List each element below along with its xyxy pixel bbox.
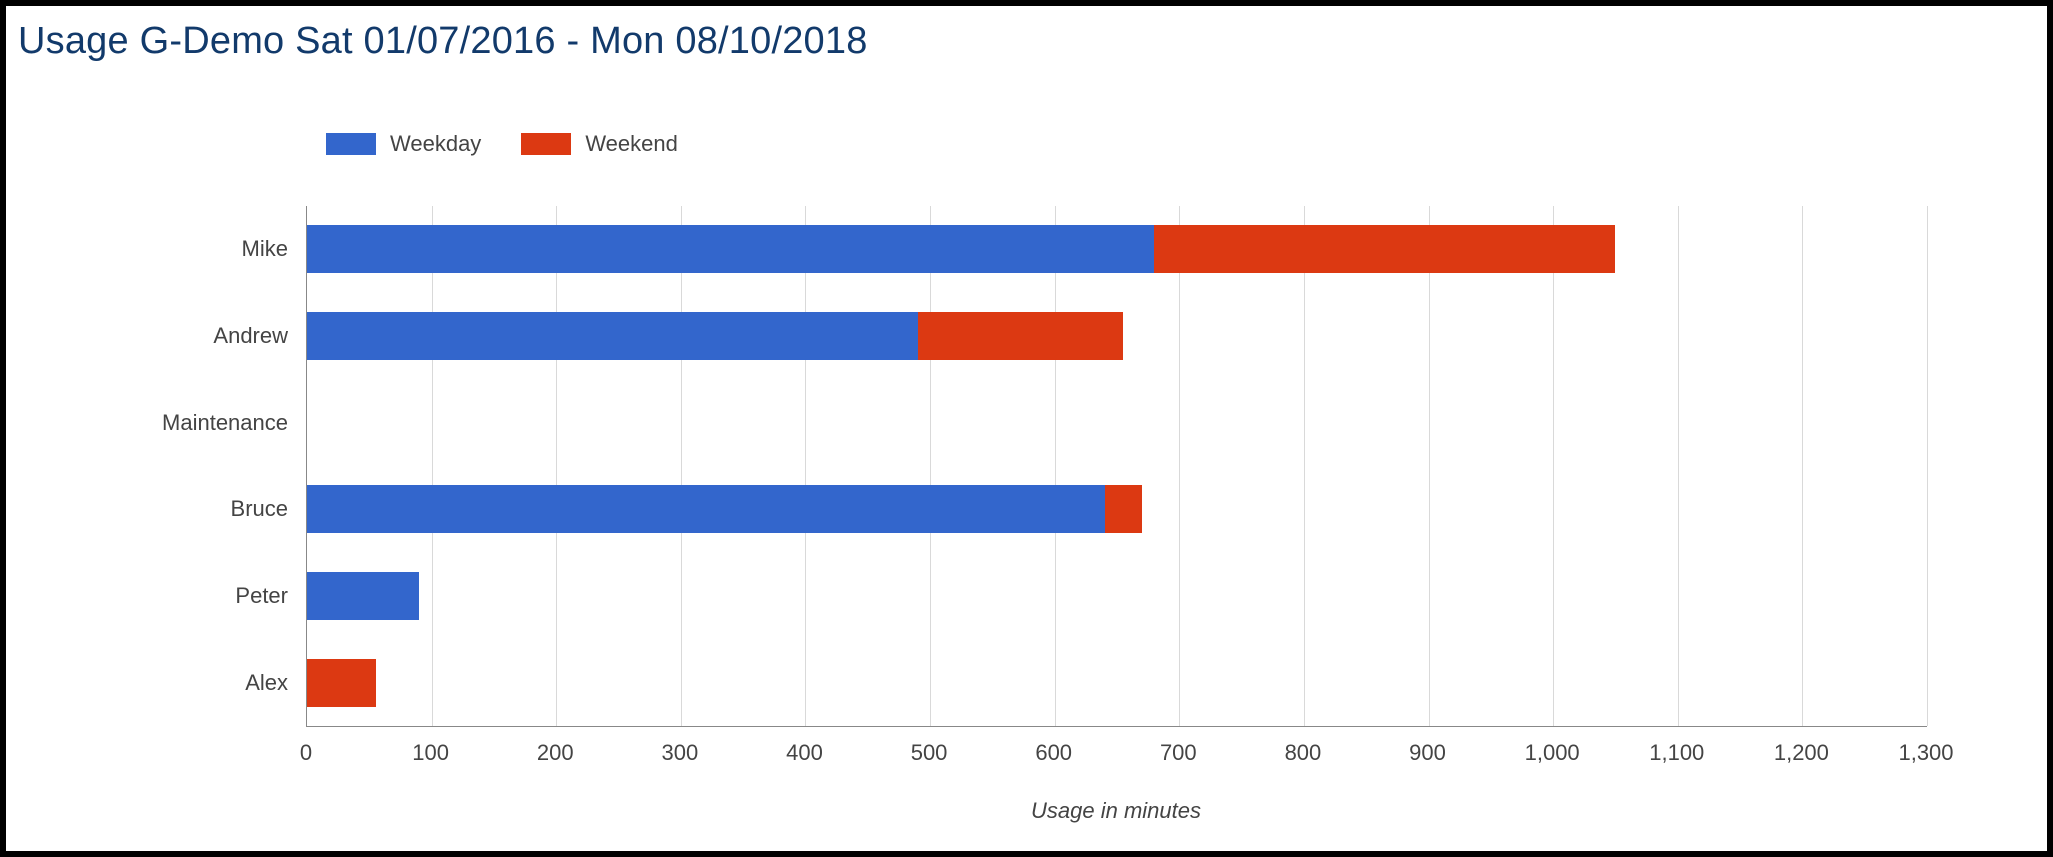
bar-segment — [307, 572, 419, 620]
y-tick-label: Mike — [118, 236, 288, 262]
grid-line — [1055, 206, 1056, 726]
x-tick-label: 1,100 — [1649, 740, 1704, 766]
plot-area — [306, 206, 1927, 727]
grid-line — [681, 206, 682, 726]
y-tick-label: Bruce — [118, 496, 288, 522]
x-tick-label: 500 — [911, 740, 948, 766]
y-tick-label: Alex — [118, 670, 288, 696]
grid-line — [432, 206, 433, 726]
legend-swatch-weekend — [521, 133, 571, 155]
legend-label-weekend: Weekend — [585, 131, 678, 157]
bar-segment — [307, 659, 376, 707]
grid-line — [1304, 206, 1305, 726]
x-tick-label: 300 — [661, 740, 698, 766]
x-tick-label: 100 — [412, 740, 449, 766]
bar-segment — [1105, 485, 1142, 533]
x-tick-label: 1,000 — [1525, 740, 1580, 766]
x-tick-label: 400 — [786, 740, 823, 766]
legend: Weekday Weekend — [326, 131, 678, 157]
grid-line — [1678, 206, 1679, 726]
x-tick-label: 700 — [1160, 740, 1197, 766]
grid-line — [1179, 206, 1180, 726]
y-tick-label: Maintenance — [118, 410, 288, 436]
legend-item-weekday: Weekday — [326, 131, 481, 157]
legend-item-weekend: Weekend — [521, 131, 678, 157]
x-axis-title: Usage in minutes — [1031, 798, 1201, 824]
grid-line — [1802, 206, 1803, 726]
grid-line — [556, 206, 557, 726]
bar-segment — [918, 312, 1124, 360]
x-tick-label: 200 — [537, 740, 574, 766]
y-tick-label: Peter — [118, 583, 288, 609]
bar-segment — [307, 225, 1154, 273]
x-tick-label: 600 — [1035, 740, 1072, 766]
bar-segment — [307, 485, 1105, 533]
x-tick-label: 1,200 — [1774, 740, 1829, 766]
x-tick-label: 1,300 — [1898, 740, 1953, 766]
chart-frame: Usage G-Demo Sat 01/07/2016 - Mon 08/10/… — [0, 0, 2053, 857]
grid-line — [930, 206, 931, 726]
x-tick-label: 800 — [1285, 740, 1322, 766]
chart-title: Usage G-Demo Sat 01/07/2016 - Mon 08/10/… — [18, 20, 868, 63]
grid-line — [1927, 206, 1928, 726]
legend-swatch-weekday — [326, 133, 376, 155]
plot: Weekday Weekend Usage in minutes 0100200… — [306, 206, 1926, 726]
legend-label-weekday: Weekday — [390, 131, 481, 157]
grid-line — [805, 206, 806, 726]
grid-line — [1429, 206, 1430, 726]
y-tick-label: Andrew — [118, 323, 288, 349]
x-tick-label: 0 — [300, 740, 312, 766]
bar-segment — [1154, 225, 1615, 273]
x-tick-label: 900 — [1409, 740, 1446, 766]
grid-line — [1553, 206, 1554, 726]
bar-segment — [307, 312, 918, 360]
